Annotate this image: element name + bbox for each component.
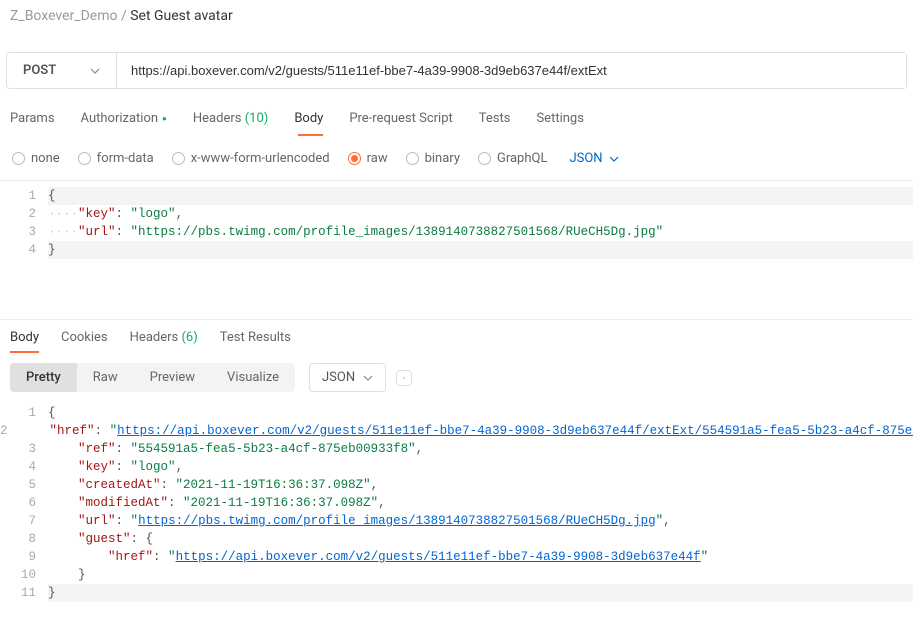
chevron-down-icon bbox=[363, 373, 373, 383]
radio-icon bbox=[78, 152, 91, 165]
tab-prerequest[interactable]: Pre-request Script bbox=[349, 105, 452, 136]
chevron-down-icon bbox=[90, 66, 100, 76]
request-row: POST bbox=[6, 52, 907, 89]
tab-headers[interactable]: Headers (10) bbox=[193, 105, 268, 136]
radio-formdata[interactable]: form-data bbox=[78, 151, 154, 166]
line-number: 5 bbox=[0, 476, 48, 494]
radio-raw[interactable]: raw bbox=[348, 151, 388, 166]
tab-authorization[interactable]: Authorization bbox=[81, 105, 167, 136]
radio-icon bbox=[12, 152, 25, 165]
breadcrumb-collection[interactable]: Z_Boxever_Demo bbox=[10, 8, 117, 24]
line-number: 7 bbox=[0, 512, 48, 530]
line-number: 1 bbox=[0, 404, 48, 422]
radio-icon bbox=[348, 152, 361, 165]
radio-icon bbox=[172, 152, 185, 165]
line-number: 1 bbox=[0, 187, 48, 205]
line-number: 4 bbox=[0, 458, 48, 476]
response-tab-headers-label: Headers bbox=[130, 330, 179, 345]
response-tab-headers[interactable]: Headers (6) bbox=[130, 320, 198, 353]
breadcrumb-separator: / bbox=[121, 8, 127, 24]
viewtab-preview[interactable]: Preview bbox=[134, 363, 211, 392]
radio-xwww[interactable]: x-www-form-urlencoded bbox=[172, 151, 330, 166]
body-type-row: none form-data x-www-form-urlencoded raw… bbox=[0, 137, 913, 181]
line-number: 8 bbox=[0, 530, 48, 548]
wrap-lines-button[interactable] bbox=[396, 370, 412, 386]
viewtab-pretty[interactable]: Pretty bbox=[10, 363, 77, 392]
line-number: 2 bbox=[0, 422, 20, 440]
response-format-label: JSON bbox=[322, 370, 355, 385]
tab-tests[interactable]: Tests bbox=[479, 105, 511, 136]
response-tab-body[interactable]: Body bbox=[10, 320, 39, 353]
http-method-label: POST bbox=[23, 63, 56, 78]
raw-type-select[interactable]: JSON bbox=[569, 151, 618, 166]
viewtab-visualize[interactable]: Visualize bbox=[211, 363, 295, 392]
response-body-viewer[interactable]: 1{ 2 "href": "https://api.boxever.com/v2… bbox=[0, 398, 913, 622]
radio-graphql[interactable]: GraphQL bbox=[478, 151, 547, 166]
tab-headers-count: (10) bbox=[245, 111, 269, 126]
response-tab-testresults[interactable]: Test Results bbox=[220, 320, 291, 353]
line-number: 3 bbox=[0, 440, 48, 458]
line-number: 10 bbox=[0, 566, 48, 584]
tab-settings[interactable]: Settings bbox=[536, 105, 583, 136]
request-url-input[interactable] bbox=[117, 53, 906, 88]
line-number: 2 bbox=[0, 205, 48, 223]
tab-params[interactable]: Params bbox=[10, 105, 55, 136]
radio-binary[interactable]: binary bbox=[406, 151, 460, 166]
tab-body[interactable]: Body bbox=[294, 105, 323, 136]
response-toolbar: Pretty Raw Preview Visualize JSON bbox=[0, 353, 913, 398]
line-number: 4 bbox=[0, 241, 48, 259]
request-body-editor[interactable]: 1{ 2····"key": "logo", 3····"url": "http… bbox=[0, 181, 913, 279]
line-number: 6 bbox=[0, 494, 48, 512]
response-tab-cookies[interactable]: Cookies bbox=[61, 320, 108, 353]
line-number: 9 bbox=[0, 548, 48, 566]
response-tab-headers-count: (6) bbox=[181, 330, 197, 345]
request-tabs: Params Authorization Headers (10) Body P… bbox=[0, 105, 913, 137]
line-number: 3 bbox=[0, 223, 48, 241]
tab-headers-label: Headers bbox=[193, 111, 242, 126]
response-view-tabs: Pretty Raw Preview Visualize bbox=[10, 363, 295, 392]
viewtab-raw[interactable]: Raw bbox=[77, 363, 134, 392]
http-method-select[interactable]: POST bbox=[7, 53, 117, 88]
line-number: 11 bbox=[0, 584, 48, 602]
chevron-down-icon bbox=[609, 154, 619, 164]
breadcrumb: Z_Boxever_Demo / Set Guest avatar bbox=[0, 0, 913, 32]
response-tabs: Body Cookies Headers (6) Test Results bbox=[0, 319, 913, 353]
radio-icon bbox=[478, 152, 491, 165]
radio-none[interactable]: none bbox=[12, 151, 60, 166]
raw-type-label: JSON bbox=[569, 151, 602, 166]
breadcrumb-title: Set Guest avatar bbox=[130, 8, 233, 24]
radio-icon bbox=[406, 152, 419, 165]
response-format-select[interactable]: JSON bbox=[309, 363, 386, 392]
wrap-icon bbox=[403, 370, 405, 386]
